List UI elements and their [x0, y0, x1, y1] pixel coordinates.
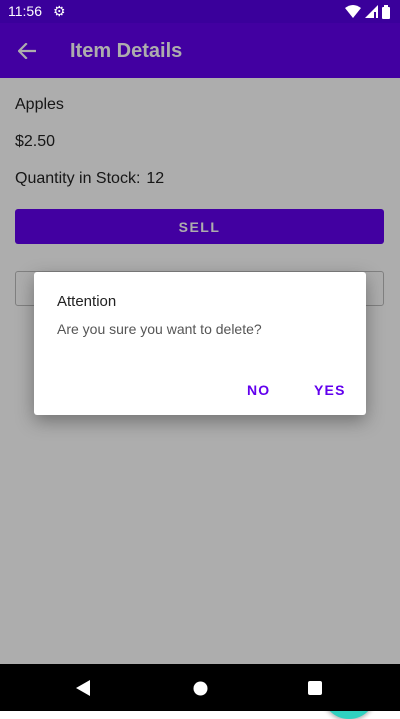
status-bar: 11:56 ⚙	[0, 0, 400, 23]
no-button[interactable]: NO	[247, 382, 270, 398]
dialog-message: Are you sure you want to delete?	[57, 321, 262, 337]
status-time: 11:56	[8, 3, 42, 19]
battery-icon	[382, 4, 390, 19]
nav-recents-icon[interactable]	[308, 681, 322, 695]
confirm-delete-dialog: Attention Are you sure you want to delet…	[34, 272, 366, 415]
yes-button[interactable]: YES	[314, 382, 346, 398]
wifi-icon	[345, 5, 361, 18]
status-icons	[345, 4, 390, 19]
nav-back-icon[interactable]	[76, 680, 90, 696]
signal-icon	[365, 5, 378, 18]
dialog-title: Attention	[57, 293, 117, 310]
settings-icon: ⚙	[53, 3, 66, 19]
nav-home-icon[interactable]	[193, 681, 208, 696]
